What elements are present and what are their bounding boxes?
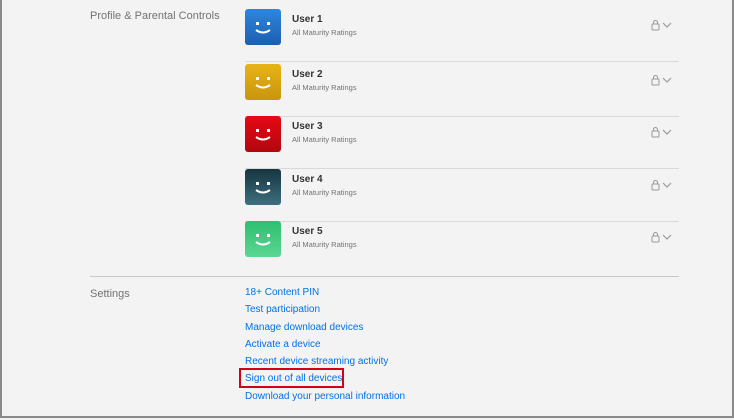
profiles-section-label: Profile & Parental Controls <box>90 10 220 22</box>
lock-icon <box>651 127 660 138</box>
chevron-down-icon <box>662 77 672 83</box>
settings-section-label: Settings <box>90 288 130 300</box>
avatar <box>245 221 281 257</box>
lock-icon <box>651 75 660 86</box>
maturity-rating: All Maturity Ratings <box>292 188 357 197</box>
profile-name: User 4 <box>292 174 323 185</box>
profile-name: User 3 <box>292 121 323 132</box>
highlight-annotation-box <box>239 368 344 388</box>
lock-icon <box>651 232 660 243</box>
maturity-rating: All Maturity Ratings <box>292 135 357 144</box>
profile-expand-toggle[interactable] <box>651 74 673 86</box>
profile-row-user-4[interactable]: User 4 All Maturity Ratings <box>245 169 679 222</box>
profile-name: User 2 <box>292 69 323 80</box>
maturity-rating: All Maturity Ratings <box>292 83 357 92</box>
profile-expand-toggle[interactable] <box>651 179 673 191</box>
avatar <box>245 9 281 45</box>
chevron-down-icon <box>662 22 672 28</box>
lock-icon <box>651 180 660 191</box>
test-participation-link[interactable]: Test participation <box>245 303 405 320</box>
profile-name: User 5 <box>292 226 323 237</box>
avatar <box>245 64 281 100</box>
download-personal-info-link[interactable]: Download your personal information <box>245 390 405 407</box>
lock-icon <box>651 20 660 31</box>
profile-row-user-1[interactable]: User 1 All Maturity Ratings <box>245 9 679 62</box>
profile-expand-toggle[interactable] <box>651 231 673 243</box>
profile-row-user-3[interactable]: User 3 All Maturity Ratings <box>245 116 679 169</box>
chevron-down-icon <box>662 234 672 240</box>
profile-name: User 1 <box>292 14 323 25</box>
profile-expand-toggle[interactable] <box>651 19 673 31</box>
avatar <box>245 116 281 152</box>
content-pin-link[interactable]: 18+ Content PIN <box>245 286 405 303</box>
avatar <box>245 169 281 205</box>
section-divider <box>90 276 679 277</box>
profile-row-user-5[interactable]: User 5 All Maturity Ratings <box>245 221 679 273</box>
maturity-rating: All Maturity Ratings <box>292 28 357 37</box>
activate-device-link[interactable]: Activate a device <box>245 338 405 355</box>
chevron-down-icon <box>662 129 672 135</box>
account-page: Profile & Parental Controls User 1 All M… <box>0 0 734 418</box>
chevron-down-icon <box>662 182 672 188</box>
profile-expand-toggle[interactable] <box>651 126 673 138</box>
profile-row-user-2[interactable]: User 2 All Maturity Ratings <box>245 64 679 117</box>
maturity-rating: All Maturity Ratings <box>292 240 357 249</box>
manage-download-devices-link[interactable]: Manage download devices <box>245 321 405 338</box>
settings-links: 18+ Content PIN Test participation Manag… <box>245 286 405 407</box>
